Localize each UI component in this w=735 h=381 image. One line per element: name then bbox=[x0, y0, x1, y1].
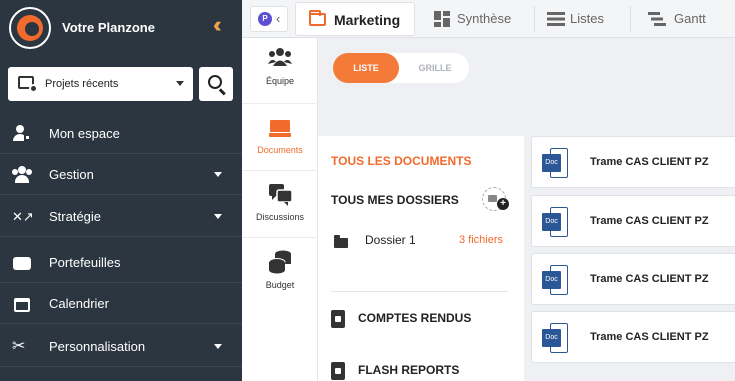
folder-name: Dossier 1 bbox=[365, 233, 416, 247]
document-name: Trame CAS CLIENT PZ bbox=[590, 156, 709, 168]
tab-label: Listes bbox=[570, 11, 604, 26]
sidebar-item-label: Calendrier bbox=[49, 296, 109, 311]
sidebar-item-calendrier[interactable]: Calendrier bbox=[0, 283, 242, 324]
gantt-icon bbox=[648, 12, 666, 26]
documents-icon bbox=[269, 120, 291, 137]
subnav-item-discussions[interactable]: Discussions bbox=[242, 172, 318, 238]
planzone-logo[interactable] bbox=[9, 7, 51, 49]
section-flash-reports[interactable]: FLASH REPORTS bbox=[331, 362, 459, 380]
view-toggle: LISTE GRILLE bbox=[333, 53, 469, 83]
sidebar-item-label: Mon espace bbox=[49, 126, 120, 141]
project-subnav: Équipe Documents Discussions Budget bbox=[242, 38, 318, 381]
word-doc-icon: Doc bbox=[542, 148, 568, 178]
sidebar-item-label: Personnalisation bbox=[49, 339, 146, 354]
word-doc-icon: Doc bbox=[542, 207, 568, 237]
tab-synthese[interactable]: Synthèse bbox=[430, 0, 522, 38]
sidebar-item-gestion[interactable]: Gestion bbox=[0, 154, 242, 195]
search-icon bbox=[208, 75, 222, 89]
brand-name: Votre Planzone bbox=[62, 20, 155, 35]
section-label: FLASH REPORTS bbox=[358, 363, 460, 378]
divider bbox=[331, 291, 508, 292]
document-row[interactable]: Doc Trame CAS CLIENT PZ bbox=[531, 311, 735, 363]
sidebar-item-strategie[interactable]: ✕↗ Stratégie bbox=[0, 196, 242, 237]
document-name: Trame CAS CLIENT PZ bbox=[590, 331, 709, 343]
tab-listes[interactable]: Listes bbox=[542, 0, 622, 38]
subnav-item-equipe[interactable]: Équipe bbox=[242, 38, 318, 104]
tab-label: Synthèse bbox=[457, 11, 512, 26]
dashboard-icon bbox=[434, 11, 450, 27]
team-icon bbox=[268, 48, 292, 66]
sidebar-item-label: Gestion bbox=[49, 167, 94, 182]
project-switcher[interactable]: P ‹ bbox=[250, 6, 288, 32]
word-doc-icon: Doc bbox=[542, 323, 568, 353]
chevron-down-icon bbox=[214, 214, 222, 219]
sidebar-item-personnalisation[interactable]: ✂ Personnalisation bbox=[0, 326, 242, 367]
all-documents-link[interactable]: TOUS LES DOCUMENTS bbox=[331, 154, 471, 168]
section-comptes-rendus[interactable]: COMPTES RENDUS bbox=[331, 310, 471, 328]
file-icon bbox=[331, 310, 345, 328]
chevron-down-icon bbox=[214, 172, 222, 177]
file-download-icon bbox=[331, 362, 345, 380]
document-name: Trame CAS CLIENT PZ bbox=[590, 273, 709, 285]
brand-header: Votre Planzone ‹‹ bbox=[0, 0, 242, 58]
view-grid-button[interactable]: GRILLE bbox=[409, 53, 461, 83]
sidebar-item-label: Portefeuilles bbox=[49, 255, 121, 270]
subnav-item-budget[interactable]: Budget bbox=[242, 238, 318, 304]
comments-icon bbox=[269, 184, 293, 206]
documents-panel: LISTE GRILLE TOUS LES DOCUMENTS TOUS MES… bbox=[318, 38, 735, 381]
recent-projects-select[interactable]: Projets récents bbox=[8, 67, 193, 101]
add-folder-button[interactable]: + bbox=[482, 187, 509, 211]
folder-plus-icon bbox=[488, 195, 497, 202]
tools-icon: ✂ bbox=[12, 338, 26, 355]
folder-open-icon bbox=[309, 10, 326, 26]
chevron-left-icon: ‹ bbox=[276, 11, 281, 26]
chevron-down-icon bbox=[176, 81, 184, 86]
calendar-icon bbox=[12, 295, 32, 313]
view-list-button[interactable]: LISTE bbox=[333, 53, 399, 83]
project-tabs-bar: P ‹ Marketing Synthèse Listes Gantt bbox=[242, 0, 735, 38]
recent-projects-label: Projets récents bbox=[45, 78, 119, 90]
coins-icon bbox=[268, 250, 291, 274]
user-lock-icon bbox=[12, 125, 32, 143]
section-label: COMPTES RENDUS bbox=[358, 311, 472, 326]
search-button[interactable] bbox=[199, 67, 233, 101]
subnav-label: Équipe bbox=[265, 76, 295, 86]
tab-label: Gantt bbox=[674, 11, 706, 26]
sidebar-item-mon-espace[interactable]: Mon espace bbox=[0, 113, 242, 154]
chevron-down-icon bbox=[214, 344, 222, 349]
document-row[interactable]: Doc Trame CAS CLIENT PZ bbox=[531, 253, 735, 305]
word-doc-icon: Doc bbox=[542, 265, 568, 295]
subnav-item-documents[interactable]: Documents bbox=[242, 105, 318, 171]
sidebar-item-label: Stratégie bbox=[49, 209, 102, 224]
document-row[interactable]: Doc Trame CAS CLIENT PZ bbox=[531, 136, 735, 188]
tab-label: Marketing bbox=[334, 12, 401, 28]
document-row[interactable]: Doc Trame CAS CLIENT PZ bbox=[531, 195, 735, 247]
list-icon bbox=[547, 12, 565, 26]
tab-marketing[interactable]: Marketing bbox=[295, 2, 415, 36]
tab-gantt[interactable]: Gantt bbox=[644, 0, 724, 38]
subnav-label: Documents bbox=[257, 145, 303, 155]
collapse-sidebar-icon[interactable]: ‹‹ bbox=[213, 14, 221, 36]
strategy-icon: ✕↗ bbox=[12, 209, 34, 224]
sidebar: Votre Planzone ‹‹ Projets récents Mon es… bbox=[0, 0, 242, 381]
wallet-icon bbox=[12, 254, 32, 272]
my-folders-heading: TOUS MES DOSSIERS bbox=[331, 193, 459, 207]
sidebar-item-portefeuilles[interactable]: Portefeuilles bbox=[0, 242, 242, 283]
folders-panel: TOUS LES DOCUMENTS TOUS MES DOSSIERS + D… bbox=[318, 136, 524, 381]
subnav-label: Budget bbox=[265, 280, 295, 290]
folder-file-count: 3 fichiers bbox=[459, 234, 504, 246]
subnav-label: Discussions bbox=[255, 212, 304, 222]
folder-icon bbox=[334, 235, 348, 248]
document-name: Trame CAS CLIENT PZ bbox=[590, 215, 709, 227]
users-cog-icon bbox=[12, 166, 32, 184]
project-badge: P bbox=[258, 12, 272, 26]
